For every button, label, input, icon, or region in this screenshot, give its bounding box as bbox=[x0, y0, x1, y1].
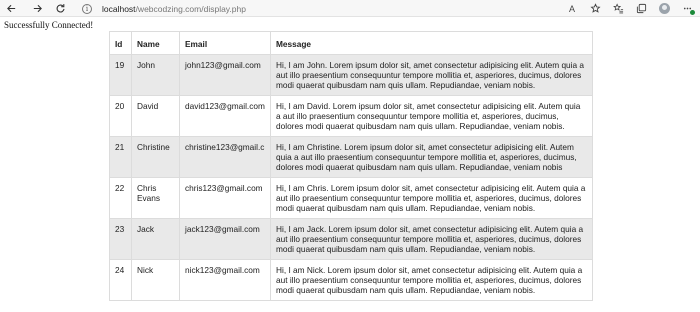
table-row: 20 David david123@gmail.com Hi, I am Dav… bbox=[109, 95, 593, 137]
cell-email: chris123@gmail.com bbox=[179, 177, 271, 219]
back-icon[interactable] bbox=[4, 2, 18, 15]
cell-id: 20 bbox=[109, 95, 132, 137]
table-row: 22 Chris Evans chris123@gmail.com Hi, I … bbox=[109, 177, 593, 219]
forward-icon[interactable] bbox=[30, 2, 44, 15]
cell-message: Hi, I am Chris. Lorem ipsum dolor sit, a… bbox=[270, 177, 593, 219]
address-bar[interactable]: i localhost/webcodzing.com/display.php bbox=[82, 2, 552, 15]
cell-message: Hi, I am David. Lorem ipsum dolor sit, a… bbox=[270, 95, 593, 137]
browser-actions: A bbox=[565, 2, 695, 15]
cell-message: Hi, I am Jack. Lorem ipsum dolor sit, am… bbox=[270, 218, 593, 260]
table-row: 23 Jack jack123@gmail.com Hi, I am Jack.… bbox=[109, 218, 593, 260]
cell-name: David bbox=[131, 95, 180, 137]
cell-name: Chris Evans bbox=[131, 177, 180, 219]
cell-message: Hi, I am Christine. Lorem ipsum dolor si… bbox=[270, 136, 593, 178]
favorite-add-icon[interactable] bbox=[588, 2, 602, 15]
cell-name: Nick bbox=[131, 259, 180, 301]
cell-id: 24 bbox=[109, 259, 132, 301]
header-id: Id bbox=[109, 31, 132, 55]
table-row: 24 Nick nick123@gmail.com Hi, I am Nick.… bbox=[109, 259, 593, 301]
cell-message: Hi, I am John. Lorem ipsum dolor sit, am… bbox=[270, 54, 593, 96]
cell-email: john123@gmail.com bbox=[179, 54, 271, 96]
cell-name: John bbox=[131, 54, 180, 96]
cell-name: Christine bbox=[131, 136, 180, 178]
profile-avatar[interactable] bbox=[657, 2, 671, 15]
cell-id: 22 bbox=[109, 177, 132, 219]
table-header-row: Id Name Email Message bbox=[109, 31, 593, 55]
collections-icon[interactable] bbox=[634, 2, 648, 15]
browser-toolbar: i localhost/webcodzing.com/display.php A bbox=[0, 0, 700, 17]
cell-id: 21 bbox=[109, 136, 132, 178]
extension-badge-icon bbox=[690, 10, 695, 15]
cell-email: nick123@gmail.com bbox=[179, 259, 271, 301]
header-message: Message bbox=[270, 31, 593, 55]
table-row: 19 John john123@gmail.com Hi, I am John.… bbox=[109, 54, 593, 96]
cell-email: david123@gmail.com bbox=[179, 95, 271, 137]
header-email: Email bbox=[179, 31, 271, 55]
info-icon[interactable]: i bbox=[82, 3, 92, 14]
messages-table: Id Name Email Message 19 John john123@gm… bbox=[109, 31, 593, 301]
extension-icon[interactable] bbox=[680, 2, 695, 15]
cell-id: 19 bbox=[109, 54, 132, 96]
reload-icon[interactable] bbox=[53, 2, 67, 15]
cell-message: Hi, I am Nick. Lorem ipsum dolor sit, am… bbox=[270, 259, 593, 301]
connection-status: Successfully Connected! bbox=[4, 20, 94, 30]
cell-id: 23 bbox=[109, 218, 132, 260]
favorites-icon[interactable] bbox=[611, 2, 625, 15]
read-aloud-icon[interactable]: A bbox=[565, 2, 579, 15]
table-row: 21 Christine christine123@gmail.c Hi, I … bbox=[109, 136, 593, 178]
cell-email: christine123@gmail.c bbox=[179, 136, 271, 178]
cell-name: Jack bbox=[131, 218, 180, 260]
url-path: /webcodzing.com/display.php bbox=[135, 3, 246, 14]
header-name: Name bbox=[131, 31, 180, 55]
cell-email: jack123@gmail.com bbox=[179, 218, 271, 260]
url-host: localhost bbox=[102, 3, 136, 14]
